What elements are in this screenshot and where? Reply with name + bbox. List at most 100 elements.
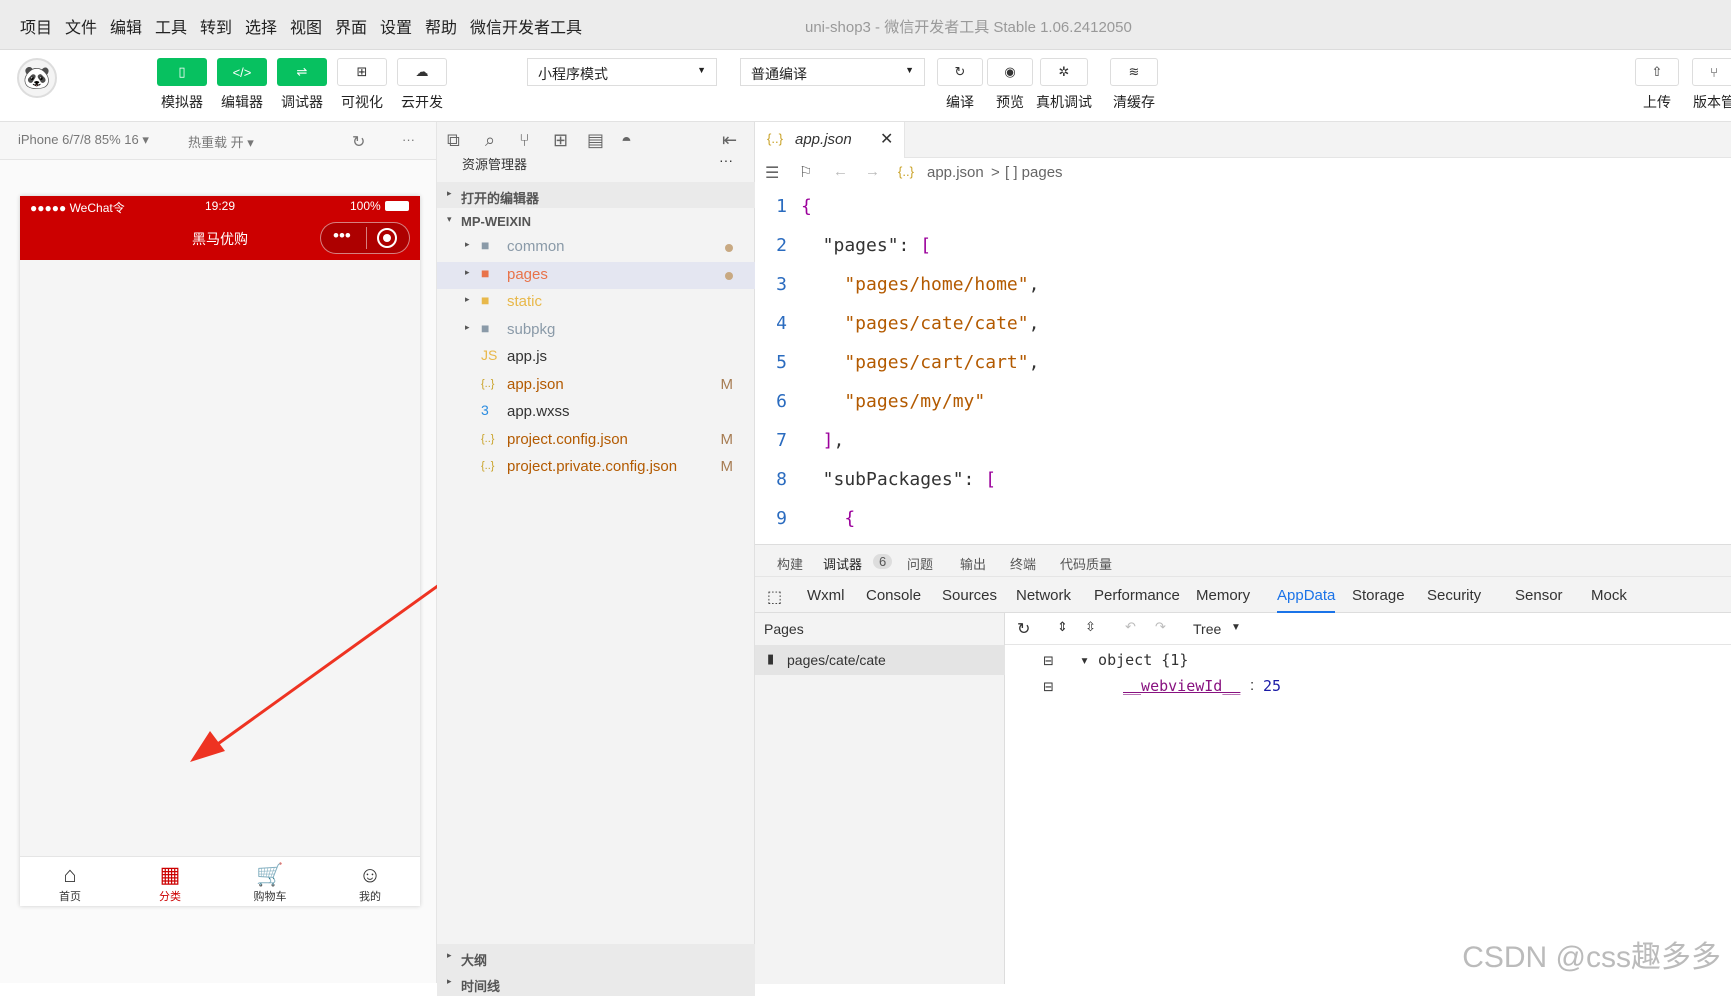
code-line[interactable]: 6 "pages/my/my": [755, 383, 1731, 423]
menu-item[interactable]: 界面: [335, 14, 367, 38]
toolbar-button-icon[interactable]: ▯: [157, 58, 207, 86]
capsule-menu[interactable]: •••: [320, 222, 410, 254]
close-icon[interactable]: ✕: [880, 129, 893, 149]
breadcrumb-node[interactable]: [ ] pages: [1005, 164, 1063, 181]
code-line[interactable]: 9 {: [755, 500, 1731, 540]
menu-item[interactable]: 帮助: [425, 14, 457, 38]
menu-item[interactable]: 视图: [290, 14, 322, 38]
devtools-tab[interactable]: Sources: [942, 587, 997, 604]
right-button-icon[interactable]: ⇧: [1635, 58, 1679, 86]
devtools-tab[interactable]: Performance: [1094, 587, 1180, 604]
compile-select[interactable]: 普通编译 ▼: [740, 58, 925, 86]
close-mini-icon[interactable]: [377, 228, 397, 248]
devtools-tab[interactable]: Sensor: [1515, 587, 1563, 604]
tree-item[interactable]: ▸ ■ static: [437, 289, 755, 316]
collapse-icon[interactable]: ⇳: [1085, 619, 1096, 635]
devtools-top-tab[interactable]: 输出: [960, 554, 986, 573]
tree-item[interactable]: ▸ ■ common: [437, 234, 755, 261]
bookmark-icon[interactable]: ⚐: [799, 163, 812, 181]
toolbar-button-label[interactable]: 可视化: [332, 92, 392, 112]
right-button-label[interactable]: 版本管: [1686, 92, 1731, 112]
inspect-icon[interactable]: ⬚: [767, 587, 782, 607]
back-icon[interactable]: ←: [833, 163, 848, 180]
tree-item[interactable]: {..} app.json M: [437, 372, 755, 399]
devtools-tab[interactable]: Security: [1427, 587, 1481, 604]
tree-item[interactable]: ▸ ■ pages: [437, 261, 755, 289]
code-line[interactable]: 8 "subPackages": [: [755, 461, 1731, 501]
undo-icon[interactable]: ↶: [1125, 619, 1136, 635]
devtools-tab[interactable]: AppData: [1277, 587, 1336, 613]
devtools-top-tab[interactable]: 终端: [1010, 554, 1036, 573]
action-button-label[interactable]: 清缓存: [1096, 92, 1172, 112]
object-node[interactable]: ▾ object {1}: [1080, 651, 1188, 669]
devtools-tab[interactable]: Wxml: [807, 587, 845, 604]
files-icon[interactable]: ⧉: [447, 130, 460, 151]
search-icon[interactable]: ⌕: [485, 130, 495, 151]
action-button-icon[interactable]: ≋: [1110, 58, 1158, 86]
toolbar-button-label[interactable]: 编辑器: [212, 92, 272, 112]
devtools-top-tab[interactable]: 代码质量: [1060, 554, 1112, 573]
avatar[interactable]: 🐼: [17, 58, 57, 98]
devtools-tab[interactable]: Console: [866, 587, 921, 604]
device-select[interactable]: iPhone 6/7/8 85% 16 ▾: [18, 132, 149, 148]
chevron-right-icon[interactable]: ▸: [465, 239, 470, 250]
tree-item[interactable]: 3 app.wxss: [437, 399, 755, 426]
menu-item[interactable]: 微信开发者工具: [470, 14, 582, 38]
right-button-icon[interactable]: ⑂: [1692, 58, 1731, 86]
code-line[interactable]: 7 ],: [755, 422, 1731, 462]
tabbar-item[interactable]: ⌂ 首页: [20, 862, 120, 904]
devtools-top-tab[interactable]: 调试器: [823, 554, 862, 573]
view-select[interactable]: Tree: [1193, 621, 1221, 637]
devtools-top-tab[interactable]: 构建: [777, 554, 803, 573]
toolbar-button-label[interactable]: 调试器: [272, 92, 332, 112]
source-control-icon[interactable]: ⑂: [519, 130, 530, 151]
copy-icon[interactable]: ⊟: [1043, 679, 1054, 695]
tabbar-item[interactable]: ▦ 分类: [120, 862, 220, 904]
menu-item[interactable]: 编辑: [110, 14, 142, 38]
layout-icon[interactable]: ▤: [587, 130, 604, 151]
data-key[interactable]: __webviewId__: [1123, 677, 1240, 695]
collapse-panel-icon[interactable]: ⇤: [722, 130, 737, 151]
toolbar-button-label[interactable]: 模拟器: [152, 92, 212, 112]
page-list-item[interactable]: ▮ pages/cate/cate: [755, 645, 1005, 675]
devtools-top-tab[interactable]: 问题: [907, 554, 933, 573]
rotate-icon[interactable]: ↻: [352, 132, 365, 152]
devtools-tab[interactable]: Mock: [1591, 587, 1627, 604]
toolbar-button-icon[interactable]: </>: [217, 58, 267, 86]
menu-item[interactable]: 设置: [380, 14, 412, 38]
chevron-down-icon[interactable]: ▼: [1231, 622, 1241, 633]
code-line[interactable]: 3 "pages/home/home",: [755, 266, 1731, 306]
editor-tab-app-json[interactable]: {..} app.json ✕: [755, 122, 905, 158]
action-button-icon[interactable]: ◉: [987, 58, 1033, 86]
chevron-right-icon[interactable]: ▸: [465, 267, 470, 278]
mode-select[interactable]: 小程序模式 ▼: [527, 58, 717, 86]
code-line[interactable]: 4 "pages/cate/cate",: [755, 305, 1731, 345]
menu-item[interactable]: 文件: [65, 14, 97, 38]
menu-item[interactable]: 工具: [155, 14, 187, 38]
toolbar-button-icon[interactable]: ⊞: [337, 58, 387, 86]
outline-section[interactable]: ▸ 大纲: [437, 944, 755, 970]
debug-icon[interactable]: ◓: [621, 130, 632, 151]
more-icon[interactable]: ···: [402, 132, 415, 147]
refresh-icon[interactable]: ↻: [1017, 619, 1030, 639]
right-button-label[interactable]: 上传: [1629, 92, 1685, 112]
tabbar-item[interactable]: ☺ 我的: [320, 862, 420, 904]
devtools-tab[interactable]: Storage: [1352, 587, 1405, 604]
more-dots-icon[interactable]: •••: [333, 226, 351, 246]
action-button-label[interactable]: 真机调试: [1026, 92, 1102, 112]
code-line[interactable]: 5 "pages/cart/cart",: [755, 344, 1731, 384]
code-line[interactable]: 1{: [755, 188, 1731, 228]
devtools-tab[interactable]: Network: [1016, 587, 1071, 604]
forward-icon[interactable]: →: [865, 163, 880, 180]
menu-item[interactable]: 项目: [20, 14, 52, 38]
project-section[interactable]: ▾ MP-WEIXIN: [437, 208, 755, 234]
list-icon[interactable]: ☰: [765, 163, 779, 183]
menu-item[interactable]: 转到: [200, 14, 232, 38]
breadcrumb-file[interactable]: app.json: [927, 164, 984, 181]
extensions-icon[interactable]: ⊞: [553, 130, 568, 151]
tree-item[interactable]: JS app.js: [437, 344, 755, 371]
redo-icon[interactable]: ↷: [1155, 619, 1166, 635]
code-line[interactable]: 2 "pages": [: [755, 227, 1731, 267]
toolbar-button-icon[interactable]: ⇌: [277, 58, 327, 86]
action-button-icon[interactable]: ✲: [1040, 58, 1088, 86]
